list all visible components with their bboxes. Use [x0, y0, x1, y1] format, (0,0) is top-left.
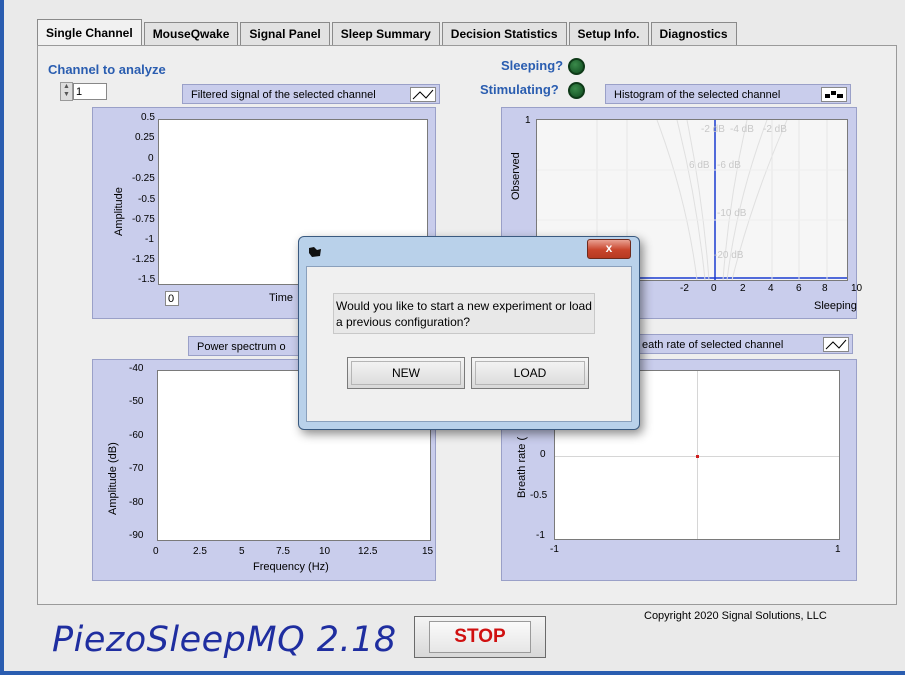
close-icon[interactable]: x	[587, 239, 631, 259]
tab-decision-statistics[interactable]: Decision Statistics	[441, 22, 567, 46]
start-dialog: x Would you like to start a new experime…	[298, 236, 640, 430]
x-tick: 15	[422, 546, 434, 557]
y-tick: -60	[129, 430, 144, 441]
x-tick: 0	[153, 546, 159, 557]
channel-input[interactable]: 1	[73, 83, 107, 100]
stimulating-label: Stimulating?	[480, 82, 559, 97]
y-tick: 1	[525, 115, 531, 126]
dialog-message: Would you like to start a new experiment…	[333, 293, 595, 334]
intensity-legend-icon[interactable]	[821, 87, 847, 102]
histogram-x-axis-title: Sleeping	[814, 300, 857, 312]
y-tick: -1	[536, 530, 545, 541]
sleeping-led	[568, 58, 585, 75]
filtered-y-axis-title: Amplitude	[113, 187, 125, 236]
y-tick: -1	[145, 234, 154, 245]
line-legend-icon[interactable]	[410, 87, 436, 102]
sleeping-label: Sleeping?	[501, 58, 564, 73]
contour-label: -6 dB	[717, 160, 741, 171]
contour-label: -4 dB	[730, 124, 754, 135]
x-tick: 10	[319, 546, 331, 557]
y-tick: -70	[129, 463, 144, 474]
tab-bar: Single Channel MouseQwake Signal Panel S…	[37, 19, 739, 46]
x-start-field[interactable]: 0	[165, 291, 179, 306]
x-tick: 0	[711, 283, 717, 294]
x-tick: 2.5	[193, 546, 207, 557]
x-tick: 2	[740, 283, 746, 294]
breath-graph-title: eath rate of selected channel	[633, 334, 853, 354]
x-tick: 12.5	[358, 546, 378, 557]
dialog-body: Would you like to start a new experiment…	[306, 266, 632, 422]
y-tick: 0	[148, 153, 154, 164]
x-tick: -2	[680, 283, 689, 294]
filtered-x-axis-title: Time	[269, 292, 294, 304]
app-icon	[308, 246, 322, 261]
breath-graph-title-text: eath rate of selected channel	[642, 339, 784, 351]
channel-label: Channel to analyze	[48, 62, 166, 77]
breath-y-axis-title: Breath rate (	[516, 436, 528, 498]
y-tick: -1.5	[138, 274, 156, 285]
histogram-graph-title-text: Histogram of the selected channel	[614, 89, 781, 101]
y-tick: -0.25	[132, 173, 155, 184]
x-tick: -1	[550, 544, 559, 555]
new-button[interactable]: NEW	[347, 357, 465, 389]
contour-label: -20 dB	[714, 250, 744, 261]
x-tick: 1	[835, 544, 841, 555]
x-tick: 8	[822, 283, 828, 294]
y-tick: -1.25	[132, 254, 155, 265]
y-tick: -0.5	[138, 194, 156, 205]
x-tick: 5	[239, 546, 245, 557]
power-x-axis-title: Frequency (Hz)	[253, 561, 329, 573]
stop-button[interactable]: STOP	[414, 616, 546, 658]
app-brand: PiezoSleepMQ 2.18	[52, 620, 397, 660]
load-button[interactable]: LOAD	[471, 357, 589, 389]
contour-label: -2 dB	[763, 124, 787, 135]
data-point	[696, 455, 699, 458]
tab-mouseqwake[interactable]: MouseQwake	[143, 22, 239, 46]
x-tick: 6	[796, 283, 802, 294]
y-tick: -90	[129, 530, 144, 541]
histogram-y-axis-title: Observed	[510, 152, 522, 200]
y-tick: -50	[129, 396, 144, 407]
channel-spinner[interactable]: ▲ ▼	[60, 82, 73, 101]
y-tick: 0.25	[135, 132, 155, 143]
dialog-titlebar[interactable]: x	[299, 237, 639, 265]
tab-diagnostics[interactable]: Diagnostics	[650, 22, 737, 46]
new-button-label: NEW	[351, 361, 461, 385]
filtered-graph-title: Filtered signal of the selected channel	[182, 84, 440, 104]
contour-label: -10 dB	[717, 208, 747, 219]
x-tick: 10	[851, 283, 863, 294]
stop-button-label: STOP	[429, 621, 531, 653]
tab-sleep-summary[interactable]: Sleep Summary	[331, 22, 440, 46]
y-tick: 0.5	[141, 112, 155, 123]
histogram-graph-title: Histogram of the selected channel	[605, 84, 851, 104]
tab-signal-panel[interactable]: Signal Panel	[240, 22, 330, 46]
line-legend-icon[interactable]	[823, 337, 849, 352]
tab-single-channel[interactable]: Single Channel	[37, 19, 142, 46]
tab-setup-info[interactable]: Setup Info.	[568, 22, 649, 46]
stimulating-led	[568, 82, 585, 99]
y-tick: -0.75	[132, 214, 155, 225]
load-button-label: LOAD	[475, 361, 585, 385]
power-y-axis-title: Amplitude (dB)	[107, 442, 119, 515]
x-tick: 7.5	[276, 546, 290, 557]
copyright: Copyright 2020 Signal Solutions, LLC	[644, 610, 827, 622]
contour-label: 6 dB	[689, 160, 710, 171]
y-tick: -0.5	[530, 490, 548, 501]
x-tick: 4	[768, 283, 774, 294]
y-tick: 0	[540, 449, 546, 460]
y-tick: -80	[129, 497, 144, 508]
contour-label: -2 dB	[701, 124, 725, 135]
y-tick: -40	[129, 363, 144, 374]
filtered-graph-title-text: Filtered signal of the selected channel	[191, 89, 376, 101]
channel-numeric: ▲ ▼ 1	[60, 82, 107, 101]
